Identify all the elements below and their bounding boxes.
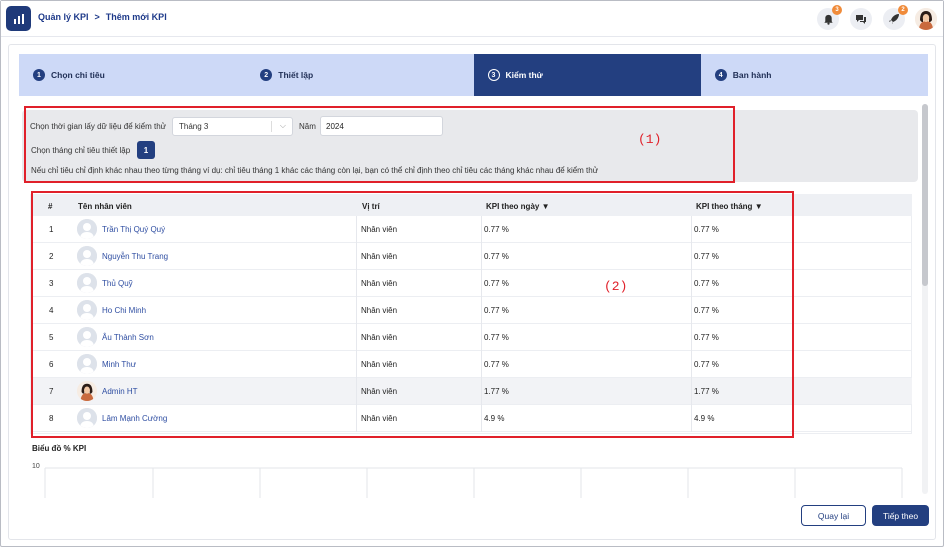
chart-y-tick: 10: [32, 463, 40, 470]
app-logo[interactable]: [6, 6, 31, 31]
chart-logo-icon: [13, 13, 24, 24]
step-number: 3: [487, 69, 500, 81]
step-test[interactable]: 3 Kiểm thử: [473, 54, 701, 96]
breadcrumb-current: Thêm mới KPI: [105, 12, 167, 22]
page-scrollbar-thumb[interactable]: [922, 104, 928, 286]
step-setup[interactable]: 2 Thiết lập: [246, 54, 474, 96]
step-choose-indicator[interactable]: 1 Chọn chỉ tiêu: [19, 54, 247, 96]
chat-button[interactable]: [850, 8, 872, 30]
chart-title: Biểu đồ % KPI: [32, 444, 87, 453]
step-label: Kiểm thử: [505, 70, 543, 80]
kpi-chart: [44, 467, 903, 498]
annotation-box-1: [24, 106, 735, 183]
annotation-label-2: (2): [604, 279, 628, 294]
step-number: 4: [714, 69, 727, 81]
user-avatar[interactable]: [915, 8, 937, 30]
rocket-icon: [889, 14, 899, 24]
annotation-box-2: [31, 191, 794, 438]
notification-button[interactable]: 3: [817, 5, 842, 30]
annotation-label-1: (1): [638, 132, 662, 147]
breadcrumb-separator: >: [94, 12, 100, 22]
step-label: Chọn chỉ tiêu: [51, 70, 105, 80]
step-number: 1: [33, 69, 45, 81]
notification-badge: 3: [832, 5, 842, 15]
bell-icon: [823, 14, 833, 25]
rocket-badge: 2: [898, 5, 908, 15]
step-label: Thiết lập: [278, 70, 314, 80]
wizard-stepper: 1 Chọn chỉ tiêu 2 Thiết lập 3 Kiểm thử 4…: [19, 54, 928, 96]
step-publish[interactable]: 4 Ban hành: [700, 54, 928, 96]
step-label: Ban hành: [732, 70, 772, 80]
chat-icon: [856, 14, 866, 24]
next-button[interactable]: Tiếp theo: [872, 505, 929, 526]
user-avatar-icon: [915, 8, 937, 30]
breadcrumb-parent[interactable]: Quản lý KPI: [38, 12, 89, 22]
breadcrumb: Quản lý KPI > Thêm mới KPI: [38, 12, 167, 22]
rocket-button[interactable]: 2: [883, 5, 908, 30]
back-button[interactable]: Quay lại: [801, 505, 866, 526]
step-number: 2: [260, 69, 273, 81]
